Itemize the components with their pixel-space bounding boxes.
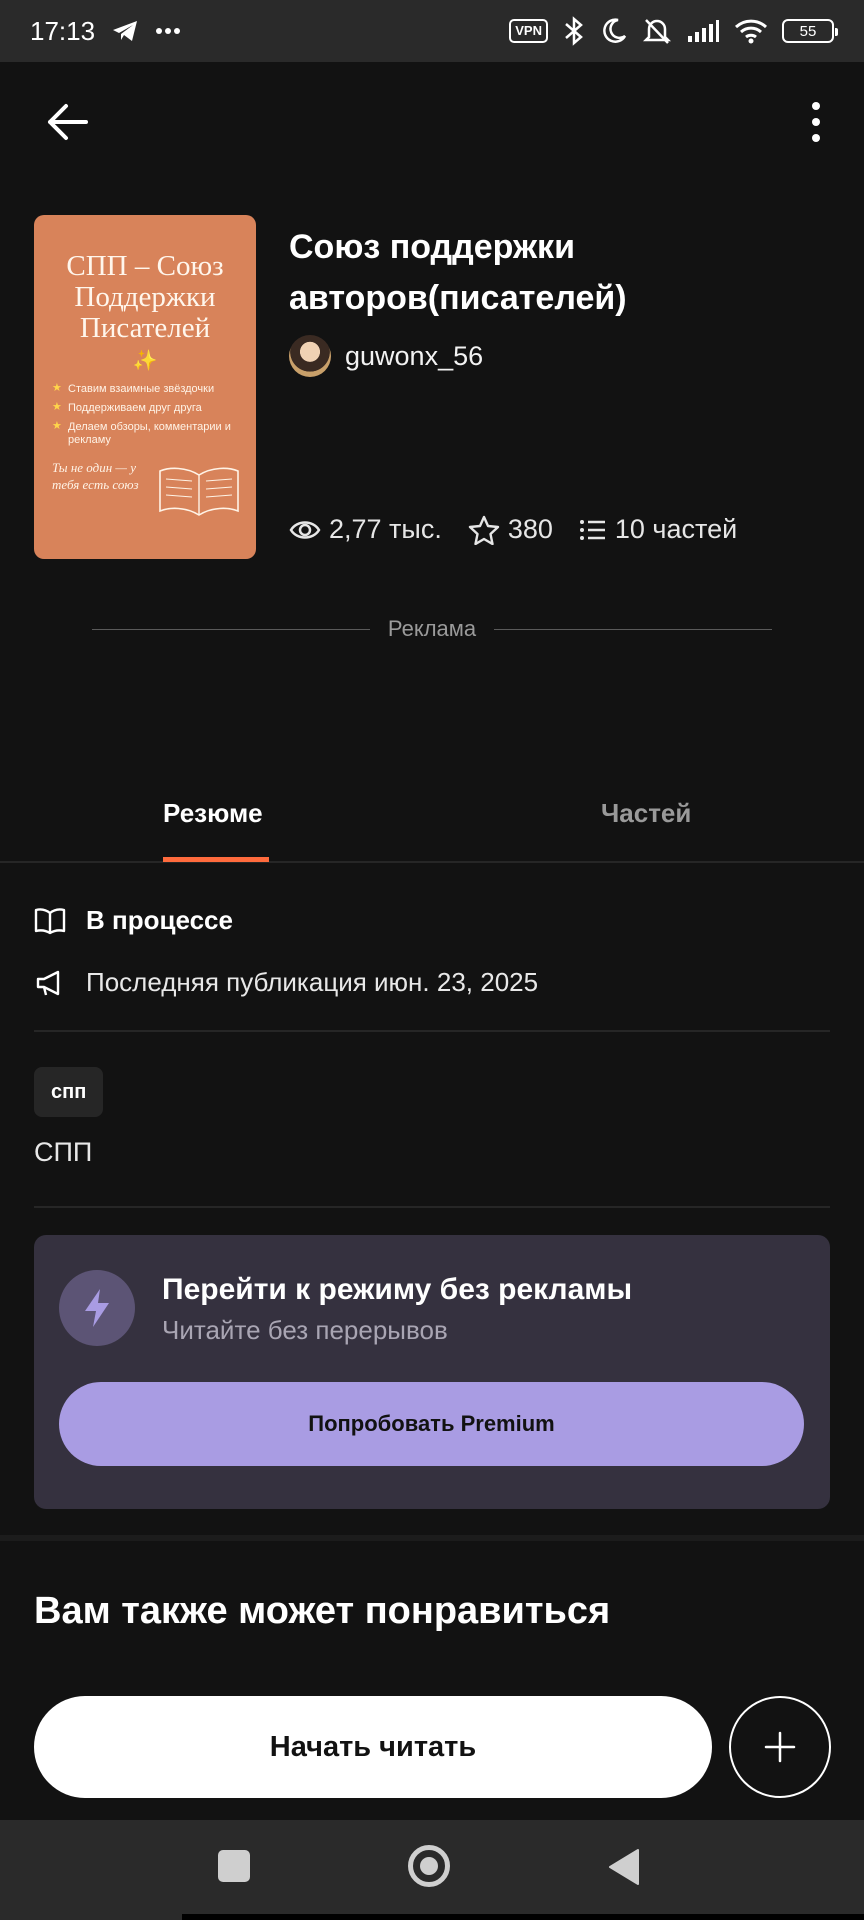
divider-line bbox=[494, 628, 772, 630]
status-bar: 17:13 VPN 55 bbox=[0, 0, 864, 62]
premium-subtitle: Читайте без перерывов bbox=[162, 1315, 448, 1345]
tab-parts[interactable]: Частей bbox=[601, 798, 691, 829]
bluetooth-icon bbox=[565, 16, 583, 46]
moon-icon bbox=[603, 18, 627, 43]
plus-icon bbox=[764, 1731, 796, 1763]
signal-icon bbox=[688, 20, 719, 42]
section-separator bbox=[0, 1535, 864, 1541]
list-icon bbox=[579, 519, 605, 540]
ad-divider: Реклама bbox=[92, 616, 772, 642]
author-name[interactable]: guwonx_56 bbox=[345, 341, 483, 372]
parts-stat: 10 частей bbox=[579, 514, 737, 545]
recents-button[interactable] bbox=[218, 1850, 250, 1882]
last-published-text: Последняя публикация июн. 23, 2025 bbox=[86, 967, 539, 997]
views-count: 2,77 тыс. bbox=[329, 514, 442, 544]
more-options-icon[interactable] bbox=[804, 98, 828, 146]
tabs: Резюме Частей bbox=[0, 770, 864, 863]
premium-card: Перейти к режиму без рекламы Читайте без… bbox=[34, 1235, 830, 1509]
start-reading-button[interactable]: Начать читать bbox=[34, 1696, 712, 1798]
ad-label: Реклама bbox=[387, 616, 477, 641]
tag-description: СПП bbox=[34, 1137, 93, 1167]
more-notifications-icon bbox=[156, 28, 181, 34]
wifi-icon bbox=[734, 19, 768, 44]
star-icon bbox=[468, 515, 500, 545]
active-tab-indicator bbox=[163, 857, 269, 862]
book-cover[interactable]: СПП – Союз Поддержки Писателей ✨ Ставим … bbox=[34, 215, 256, 559]
last-published-row: Последняя публикация июн. 23, 2025 bbox=[34, 967, 538, 998]
avatar[interactable] bbox=[289, 335, 331, 377]
home-dot-icon bbox=[420, 1857, 438, 1875]
open-book-illustration bbox=[159, 467, 239, 516]
cover-title: СПП – Союз Поддержки Писателей bbox=[66, 250, 224, 344]
premium-icon-circle bbox=[59, 1270, 135, 1346]
lightning-icon bbox=[85, 1289, 109, 1327]
tag-chip[interactable]: спп bbox=[34, 1067, 104, 1117]
parts-count: 10 частей bbox=[614, 514, 738, 544]
nav-back-icon[interactable] bbox=[608, 1848, 640, 1886]
vpn-icon: VPN bbox=[509, 19, 548, 43]
status-left: 17:13 bbox=[30, 16, 181, 47]
gesture-bar bbox=[182, 1914, 864, 1920]
home-button[interactable] bbox=[408, 1845, 450, 1887]
stars-stat: 380 bbox=[468, 514, 553, 545]
status-time: 17:13 bbox=[30, 15, 96, 46]
book-title: Союз поддержки авторов(писателей) bbox=[289, 228, 627, 317]
cover-list-item: Ставим взаимные звёздочки bbox=[52, 382, 238, 396]
megaphone-icon bbox=[36, 970, 60, 995]
sparkle-icon: ✨ bbox=[132, 350, 158, 372]
battery-icon: 55 bbox=[782, 19, 838, 43]
cover-tagline: Ты не один — у тебя есть союз bbox=[52, 460, 139, 492]
open-book-icon bbox=[34, 907, 66, 934]
divider bbox=[34, 1206, 830, 1208]
telegram-icon bbox=[113, 21, 138, 41]
back-arrow-icon[interactable] bbox=[44, 98, 92, 146]
divider-line bbox=[92, 628, 370, 630]
top-app-bar bbox=[0, 62, 864, 182]
try-premium-button[interactable]: Попробовать Premium bbox=[59, 1382, 804, 1466]
book-stats: 2,77 тыс. 380 10 частей bbox=[289, 514, 737, 545]
system-nav-bar bbox=[0, 1820, 864, 1920]
cover-list: Ставим взаимные звёздочки Поддерживаем д… bbox=[52, 382, 238, 447]
tab-summary[interactable]: Резюме bbox=[163, 798, 263, 829]
views-stat: 2,77 тыс. bbox=[289, 514, 442, 545]
silent-bell-icon bbox=[642, 19, 672, 44]
premium-title: Перейти к режиму без рекламы bbox=[162, 1273, 633, 1306]
author[interactable]: guwonx_56 bbox=[289, 335, 483, 377]
status-text: В процессе bbox=[86, 905, 233, 935]
stars-count: 380 bbox=[507, 514, 553, 544]
status-row: В процессе bbox=[34, 905, 233, 936]
recommendations-title: Вам также может понравиться bbox=[34, 1590, 611, 1632]
add-to-library-button[interactable] bbox=[729, 1696, 831, 1798]
divider bbox=[34, 1030, 830, 1032]
cover-list-item: Делаем обзоры, комментарии и рекламу bbox=[52, 420, 238, 447]
eye-icon bbox=[289, 520, 321, 539]
status-right: VPN 55 bbox=[509, 16, 838, 46]
cover-list-item: Поддерживаем друг друга bbox=[52, 401, 238, 415]
